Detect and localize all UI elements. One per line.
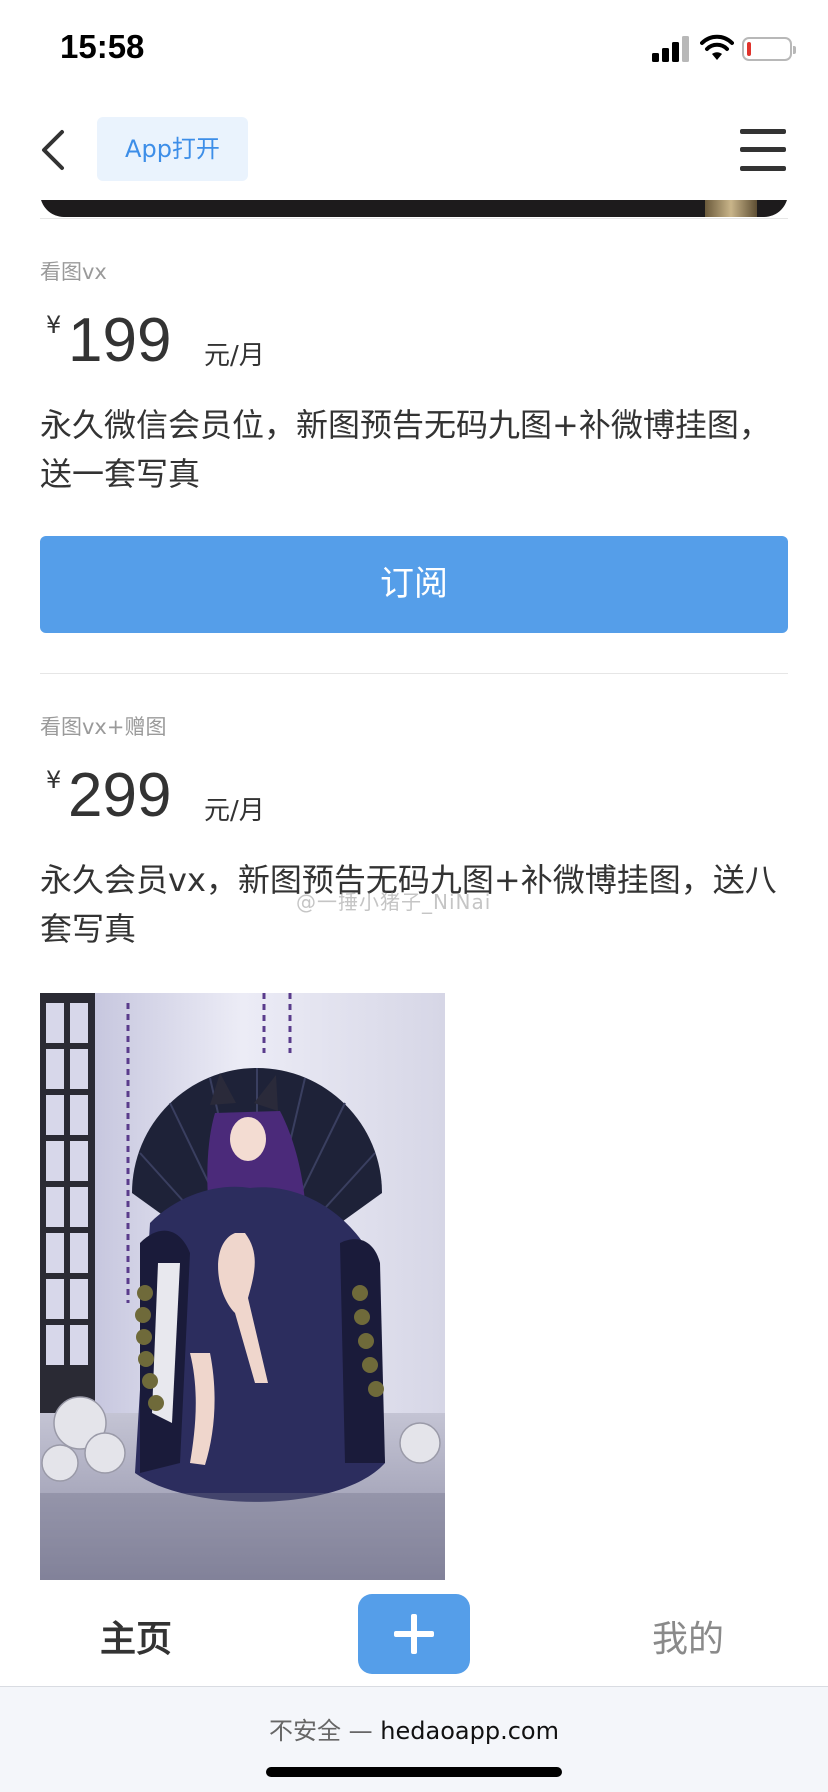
tab-bar: 主页 我的 bbox=[0, 1580, 828, 1686]
address-bar[interactable]: 不安全 — hedaoapp.com bbox=[0, 1686, 828, 1792]
tab-home[interactable]: 主页 bbox=[100, 1610, 172, 1662]
tab-me[interactable]: 我的 bbox=[652, 1610, 724, 1662]
url-display[interactable]: 不安全 — hedaoapp.com bbox=[0, 1711, 828, 1746]
home-indicator[interactable] bbox=[266, 1767, 562, 1777]
plus-icon bbox=[411, 1614, 417, 1654]
insecure-label: 不安全 — bbox=[269, 1717, 373, 1745]
plan-card: 看图vx ¥ 199 元/月 永久微信会员位，新图预告无码九图+补微博挂图，送一… bbox=[40, 257, 788, 633]
currency-symbol: ¥ bbox=[46, 311, 62, 339]
price-row: ¥ 199 元/月 bbox=[40, 306, 788, 397]
app-open-button[interactable]: App打开 bbox=[97, 117, 248, 181]
plan-name: 看图vx+赠图 bbox=[40, 715, 167, 739]
currency-symbol: ¥ bbox=[46, 766, 62, 794]
add-button[interactable] bbox=[358, 1594, 470, 1674]
price-amount: 199 bbox=[68, 306, 172, 375]
back-chevron-icon[interactable] bbox=[36, 122, 72, 178]
price-unit: 元/月 bbox=[204, 341, 265, 371]
plan-description: 永久微信会员位，新图预告无码九图+补微博挂图，送一套写真 bbox=[40, 406, 771, 493]
cosplay-photo[interactable] bbox=[40, 993, 445, 1580]
page: 15:58 App打开 看图vx ¥ 199 元/月 永久微信会员位，新图预告无… bbox=[0, 0, 828, 1792]
url-domain: hedaoapp.com bbox=[380, 1717, 559, 1745]
status-time: 15:58 bbox=[60, 28, 145, 65]
wifi-icon bbox=[700, 34, 734, 60]
divider bbox=[40, 673, 788, 674]
price-unit: 元/月 bbox=[204, 796, 265, 826]
plan-card: 看图vx+赠图 ¥ 299 元/月 永久会员vx，新图预告无码九图+补微博挂图，… bbox=[40, 712, 788, 954]
divider bbox=[40, 218, 788, 219]
battery-icon bbox=[742, 37, 796, 61]
status-bar: 15:58 bbox=[0, 0, 828, 100]
signal-icon bbox=[652, 36, 690, 62]
price-amount: 299 bbox=[68, 761, 172, 830]
plan-name: 看图vx bbox=[40, 260, 107, 284]
menu-icon[interactable] bbox=[740, 129, 786, 171]
nav-bar: App打开 bbox=[0, 100, 828, 200]
watermark: @一捶小猪子_NiNai bbox=[296, 890, 492, 914]
price-row: ¥ 299 元/月 bbox=[40, 761, 788, 852]
subscribe-button[interactable]: 订阅 bbox=[40, 536, 788, 633]
